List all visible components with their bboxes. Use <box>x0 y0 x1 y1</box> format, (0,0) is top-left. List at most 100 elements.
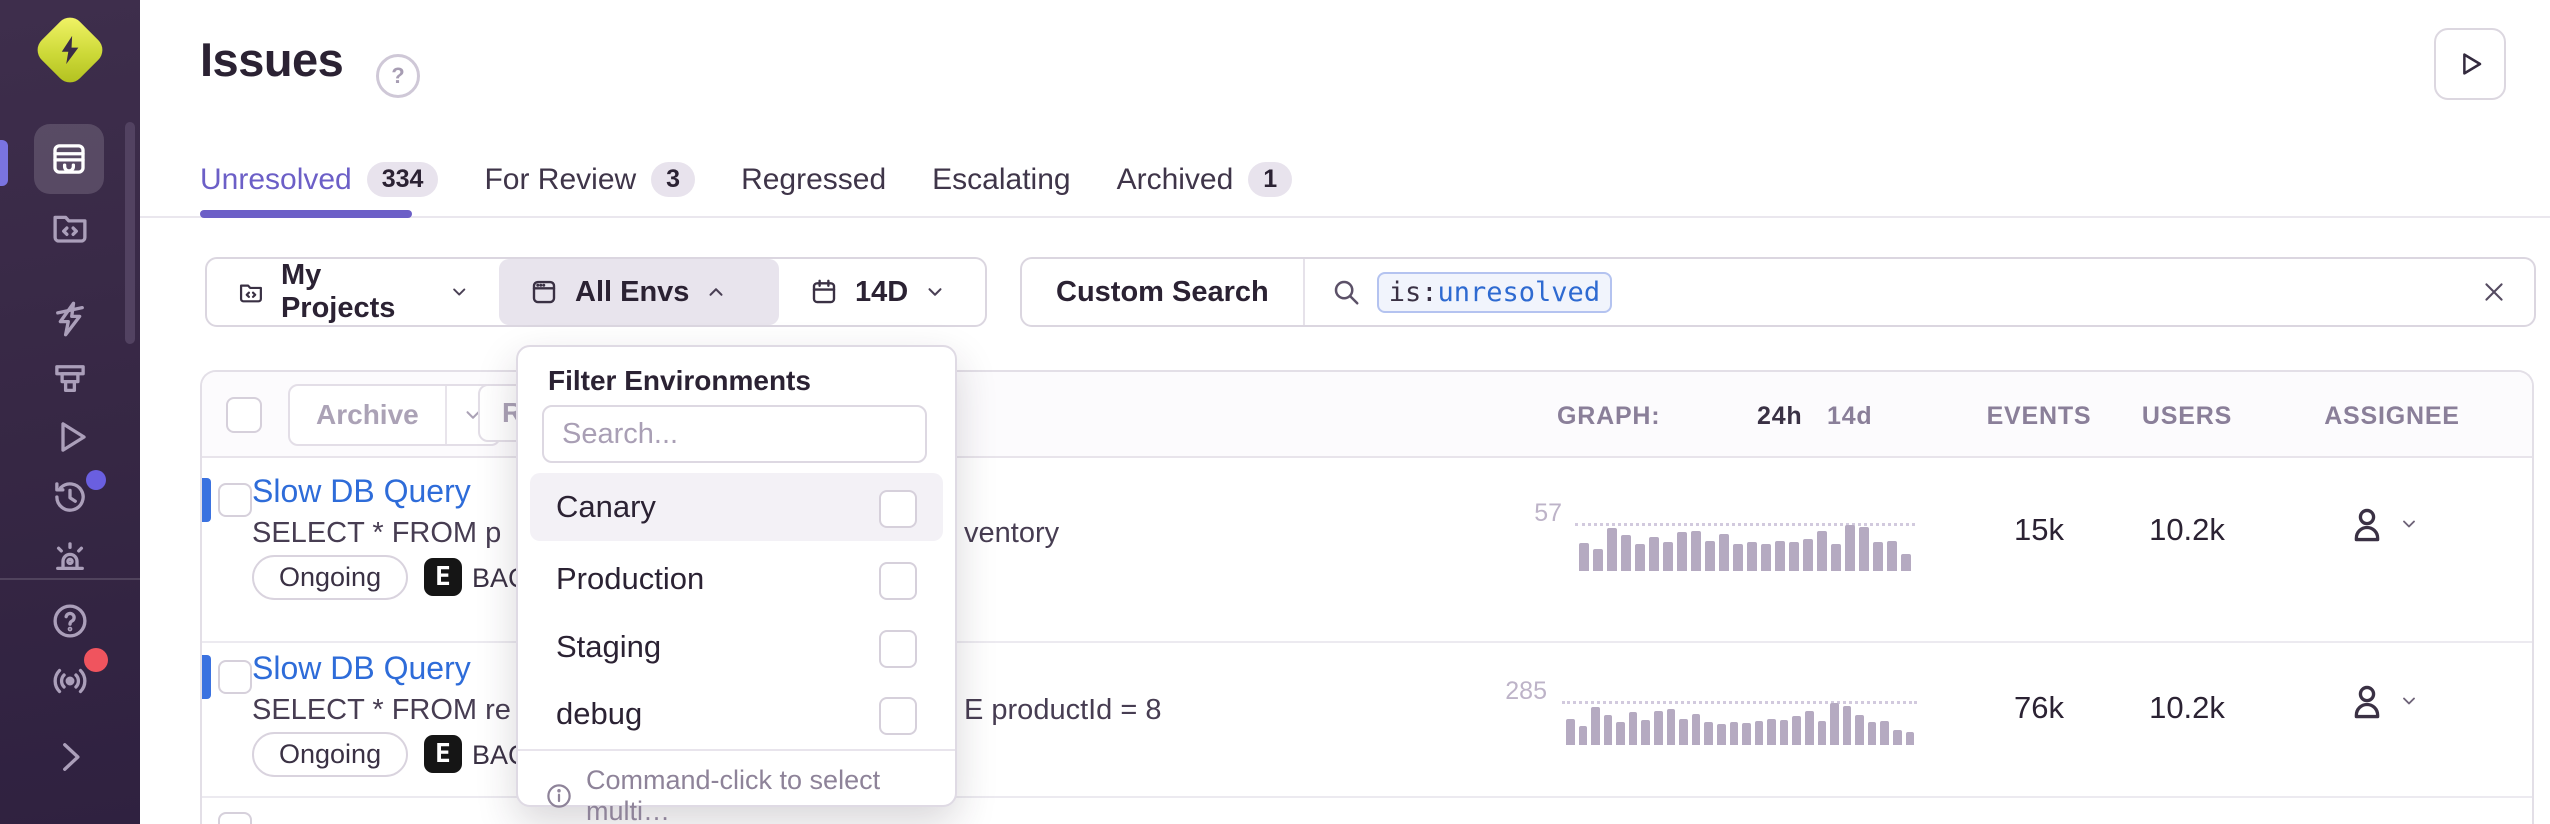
environment-option-staging[interactable]: Staging <box>530 615 943 679</box>
tab-label: For Review <box>484 163 636 197</box>
whats-new-notification-dot <box>84 648 108 672</box>
assignee-dropdown[interactable] <box>2345 502 2419 546</box>
projects-filter-button[interactable]: My Projects <box>207 259 499 325</box>
issue-culprit-continued: ventory <box>964 517 1059 550</box>
sidebar-item-projects[interactable] <box>0 206 140 248</box>
tab-archived[interactable]: Archived 1 <box>1117 162 1293 197</box>
active-tab-underline <box>200 210 412 218</box>
clear-search-icon[interactable] <box>2480 278 2508 306</box>
issue-state-tabs: Unresolved 334 For Review 3 Regressed Es… <box>200 162 1292 197</box>
row-checkbox[interactable] <box>218 483 252 517</box>
info-icon <box>544 781 574 811</box>
column-header-graph: GRAPH: <box>1557 402 1660 431</box>
tab-unresolved[interactable]: Unresolved 334 <box>200 162 438 197</box>
search-token[interactable]: is:unresolved <box>1377 272 1612 313</box>
tab-count-badge: 3 <box>651 162 695 197</box>
issues-page: Issues ? Unresolved 334 For Review 3 Reg… <box>0 0 2550 824</box>
unread-indicator <box>202 478 211 522</box>
date-range-filter-button[interactable]: 14D <box>779 259 989 325</box>
chevron-down-icon <box>2399 691 2419 711</box>
graph-period-24h[interactable]: 24h <box>1757 402 1802 431</box>
environment-checkbox[interactable] <box>879 490 917 528</box>
events-sparkline <box>1566 703 1914 745</box>
date-range-filter-label: 14D <box>855 276 908 309</box>
sidebar-item-alerts[interactable] <box>0 536 140 578</box>
environment-option-canary[interactable]: Canary <box>530 473 943 541</box>
sidebar-item-history[interactable] <box>0 476 140 518</box>
page-filter-bar: My Projects All Envs 14D <box>205 257 987 327</box>
environment-checkbox[interactable] <box>879 562 917 600</box>
person-icon <box>2345 502 2389 546</box>
environment-option-label: Staging <box>556 629 661 665</box>
tab-label: Regressed <box>741 163 886 197</box>
row-checkbox[interactable] <box>218 812 252 824</box>
graph-max-label: 57 <box>1432 499 1562 528</box>
graph-period-14d[interactable]: 14d <box>1827 402 1872 431</box>
stack-press-icon <box>49 358 91 400</box>
environment-option-production[interactable]: Production <box>530 547 943 611</box>
help-icon <box>49 600 91 642</box>
chevron-up-icon <box>705 281 727 303</box>
tab-regressed[interactable]: Regressed <box>741 163 886 197</box>
custom-search-button[interactable]: Custom Search <box>1022 259 1303 325</box>
sidebar <box>0 0 140 824</box>
platform-express-icon: E <box>424 558 462 596</box>
events-count: 15k <box>1959 512 2119 548</box>
sidebar-collapse-button[interactable] <box>0 736 140 778</box>
issue-culprit-continued: E productId = 8 <box>964 694 1162 727</box>
archive-button[interactable]: Archive <box>290 386 445 444</box>
tabs-divider <box>140 216 2550 218</box>
person-icon <box>2345 679 2389 723</box>
folder-code-icon <box>237 277 265 307</box>
dropdown-title: Filter Environments <box>548 365 811 397</box>
environment-option-label: Canary <box>556 489 656 525</box>
window-icon <box>529 277 559 307</box>
active-nav-indicator <box>0 140 8 186</box>
environment-checkbox[interactable] <box>879 697 917 735</box>
sidebar-scrollbar[interactable] <box>125 122 135 344</box>
assignee-dropdown[interactable] <box>2345 679 2419 723</box>
search-bar: Custom Search is:unresolved <box>1020 257 2536 327</box>
project-name: BAC <box>472 563 518 594</box>
sidebar-item-performance[interactable] <box>0 298 140 340</box>
replay-tour-button[interactable] <box>2434 28 2506 100</box>
sentry-logo[interactable] <box>34 14 106 86</box>
sidebar-item-help[interactable] <box>0 600 140 642</box>
clock-history-icon <box>49 476 91 518</box>
siren-icon <box>49 536 91 578</box>
issue-search-input[interactable]: is:unresolved <box>1305 259 2534 325</box>
sidebar-item-issues[interactable] <box>34 124 104 194</box>
page-title: Issues <box>200 32 343 87</box>
projects-filter-label: My Projects <box>281 259 433 325</box>
sidebar-item-replays[interactable] <box>0 416 140 458</box>
row-checkbox[interactable] <box>218 660 252 694</box>
events-count: 76k <box>1959 690 2119 726</box>
environment-option-label: debug <box>556 696 642 732</box>
environment-option-debug[interactable]: debug <box>530 683 943 745</box>
sidebar-item-releases[interactable] <box>0 358 140 400</box>
chevron-down-icon <box>449 281 469 303</box>
project-name: BAC <box>472 740 518 771</box>
environments-filter-button[interactable]: All Envs <box>499 259 779 325</box>
users-count: 10.2k <box>2107 512 2267 548</box>
issue-title-link[interactable]: Slow DB Query <box>252 473 471 510</box>
sidebar-item-whats-new[interactable] <box>0 660 140 702</box>
issue-title-link[interactable]: Slow DB Query <box>252 650 471 687</box>
status-badge: Ongoing <box>252 732 408 777</box>
chevron-down-icon <box>2399 514 2419 534</box>
environment-search-input[interactable] <box>542 405 927 463</box>
search-token-value: unresolved <box>1438 277 1601 308</box>
play-icon <box>2455 49 2485 79</box>
tab-for-review[interactable]: For Review 3 <box>484 162 695 197</box>
issue-culprit: SELECT * FROM re <box>252 694 518 727</box>
search-icon <box>1331 277 1361 307</box>
calendar-icon <box>809 277 839 307</box>
tab-escalating[interactable]: Escalating <box>932 163 1070 197</box>
page-help-icon[interactable]: ? <box>376 54 420 98</box>
broadcast-icon <box>49 660 91 702</box>
unread-indicator <box>202 655 211 699</box>
environment-checkbox[interactable] <box>879 630 917 668</box>
select-all-checkbox[interactable] <box>226 397 262 433</box>
events-sparkline <box>1579 525 1911 571</box>
dropdown-footer-text: Command-click to select multi… <box>586 765 955 824</box>
